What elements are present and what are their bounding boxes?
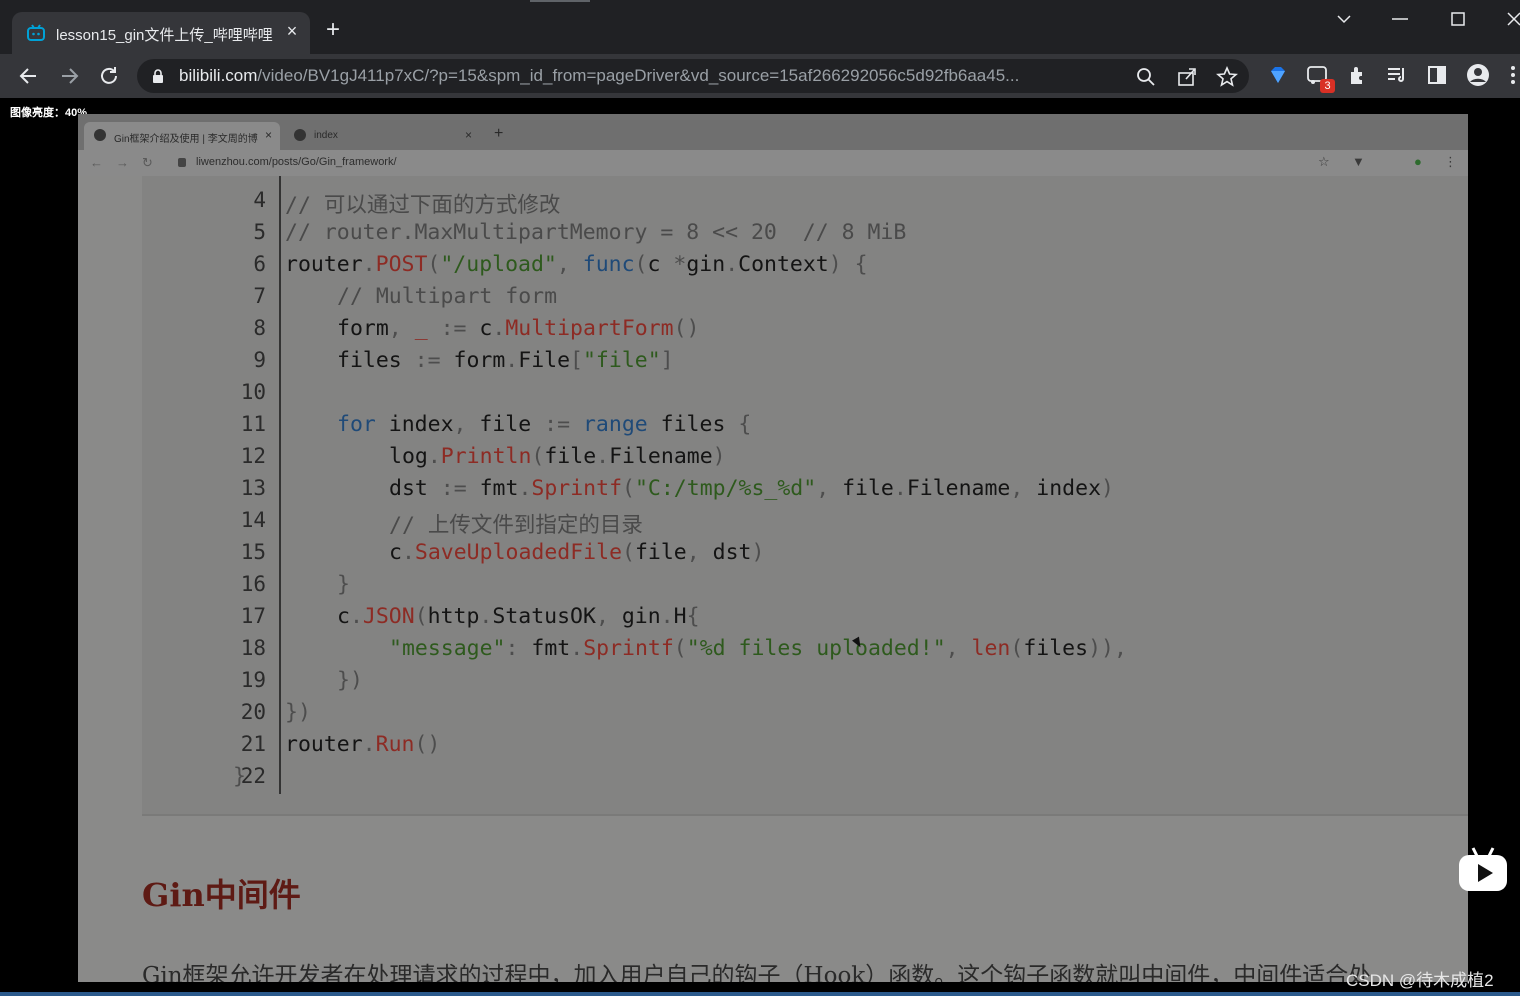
code-line-21: router.Run() (285, 732, 441, 757)
tab-close-icon[interactable]: × (282, 21, 302, 42)
inner-url-text: liwenzhou.com/posts/Go/Gin_framework/ (196, 156, 397, 168)
line-number: 15 (240, 540, 266, 564)
video-inner-toolbar: ← → ↻ liwenzhou.com/posts/Go/Gin_framewo… (78, 150, 1468, 176)
profile-avatar-icon[interactable] (1466, 63, 1490, 87)
extensions-puzzle-icon[interactable] (1346, 63, 1370, 87)
article-page: 4 5 6 7 8 9 10 11 12 13 14 15 16 17 18 1… (78, 176, 1468, 982)
code-block: 4 5 6 7 8 9 10 11 12 13 14 15 16 17 18 1… (142, 176, 1468, 816)
tab-title: lesson15_gin文件上传_哔哩哔哩 (56, 27, 273, 44)
line-number: 11 (240, 412, 266, 436)
minimize-icon[interactable] (1392, 18, 1408, 20)
inner-ext-icon: ▼ (1352, 154, 1365, 169)
reload-icon[interactable] (96, 63, 122, 89)
bilibili-icon (27, 24, 45, 41)
forward-icon[interactable] (56, 63, 82, 89)
csdn-watermark: CSDN @待木成植2 (1346, 971, 1494, 990)
inner-menu-icon: ⋮ (1444, 154, 1457, 169)
code-line-11: for index, file := range files { (337, 412, 752, 437)
line-number: 18 (240, 636, 266, 660)
line-number: 14 (240, 508, 266, 532)
bookmark-star-icon[interactable] (1216, 66, 1238, 88)
tab-search-indicator (530, 0, 590, 2)
window-close-icon[interactable] (1507, 12, 1520, 26)
share-icon[interactable] (1176, 66, 1198, 88)
code-line-6: router.POST("/upload", func(c *gin.Conte… (285, 252, 868, 277)
inner-new-tab-icon: + (494, 125, 504, 142)
line-number: 7 (253, 284, 266, 308)
code-line-20: }) (285, 700, 311, 725)
inner-reload-icon: ↻ (142, 155, 153, 170)
line-number: 6 (253, 252, 266, 276)
line-number: 19 (240, 668, 266, 692)
code-line-14: // 上传文件到指定的目录 (389, 513, 643, 538)
line-number: 4 (253, 188, 266, 212)
extension-badge: 3 (1320, 79, 1335, 93)
code-line-7: // Multipart form (337, 284, 558, 309)
line-number: 10 (240, 380, 266, 404)
inner-back-icon: ← (90, 155, 103, 170)
zoom-icon[interactable] (1135, 66, 1157, 88)
inner-tab-title: Gin框架介绍及使用 | 李文周的博 (114, 134, 258, 145)
inner-tab-close-icon: × (264, 128, 272, 142)
extension-diamond-icon[interactable] (1266, 63, 1290, 87)
globe-icon (94, 129, 106, 141)
media-control-icon[interactable] (1385, 63, 1409, 87)
code-line-13: dst := fmt.Sprintf("C:/tmp/%s_%d", file.… (389, 476, 1114, 501)
menu-kebab-icon[interactable] (1506, 63, 1520, 87)
line-number: 12 (240, 444, 266, 468)
inner-tab-index: index × (284, 122, 480, 150)
lock-icon[interactable] (151, 68, 165, 84)
code-line-12: log.Println(file.Filename) (389, 444, 726, 469)
code-line-18: "message": fmt.Sprintf("%d files uploade… (389, 636, 1127, 661)
inner-forward-icon: → (116, 155, 129, 170)
video-inner-tabstrip: Gin框架介绍及使用 | 李文周的博 × index × + (78, 114, 1468, 150)
tab-active[interactable]: lesson15_gin文件上传_哔哩哔哩 × (12, 12, 310, 54)
gutter-divider (279, 176, 281, 794)
inner-tab-title: index (314, 130, 338, 141)
line-number: 13 (240, 476, 266, 500)
maximize-icon[interactable] (1451, 12, 1465, 26)
video-player[interactable]: Gin框架介绍及使用 | 李文周的博 × index × + ← → ↻ liw… (78, 114, 1468, 982)
section-heading: Gin中间件 (142, 876, 301, 914)
browser-tabstrip: lesson15_gin文件上传_哔哩哔哩 × + (0, 0, 1520, 54)
url-text[interactable]: bilibili.com/video/BV1gJ411p7xC/?p=15&sp… (179, 66, 1129, 86)
globe-icon (294, 129, 306, 141)
code-line-4: // 可以通过下面的方式修改 (285, 193, 561, 218)
inner-lock-icon (178, 158, 186, 167)
inner-tab-close-icon: × (464, 128, 472, 142)
address-bar[interactable]: bilibili.com/video/BV1gJ411p7xC/?p=15&sp… (137, 59, 1249, 93)
code-line-22: } (233, 764, 246, 789)
code-line-19: }) (337, 668, 363, 693)
line-number: 21 (240, 732, 266, 756)
inner-ext-green-icon: ● (1414, 154, 1422, 169)
line-number: 16 (240, 572, 266, 596)
line-number: 20 (240, 700, 266, 724)
code-line-15: c.SaveUploadedFile(file, dst) (389, 540, 765, 565)
line-number: 9 (253, 348, 266, 372)
tab-search-chevron-icon[interactable] (1336, 14, 1352, 24)
bilibili-play-icon[interactable] (1458, 846, 1508, 892)
code-line-8: form, _ := c.MultipartForm() (337, 316, 700, 341)
code-line-17: c.JSON(http.StatusOK, gin.H{ (337, 604, 700, 629)
line-number: 17 (240, 604, 266, 628)
line-number: 5 (253, 220, 266, 244)
inner-star-icon: ☆ (1318, 154, 1330, 169)
code-line-16: } (337, 572, 350, 597)
code-line-9: files := form.File["file"] (337, 348, 674, 373)
side-panel-icon[interactable] (1425, 63, 1449, 87)
brightness-indicator: 图像亮度：40% (10, 107, 88, 119)
back-icon[interactable] (16, 63, 42, 89)
section-paragraph: Gin框架允许开发者在处理请求的过程中，加入用户自己的钩子（Hook）函数。这个… (142, 963, 1372, 982)
line-number: 8 (253, 316, 266, 340)
bottom-accent-bar (0, 992, 1520, 996)
inner-tab-gin: Gin框架介绍及使用 | 李文周的博 × (84, 122, 280, 150)
new-tab-button[interactable]: + (326, 18, 340, 42)
browser-toolbar: bilibili.com/video/BV1gJ411p7xC/?p=15&sp… (0, 54, 1520, 98)
code-line-5: // router.MaxMultipartMemory = 8 << 20 /… (285, 220, 907, 245)
